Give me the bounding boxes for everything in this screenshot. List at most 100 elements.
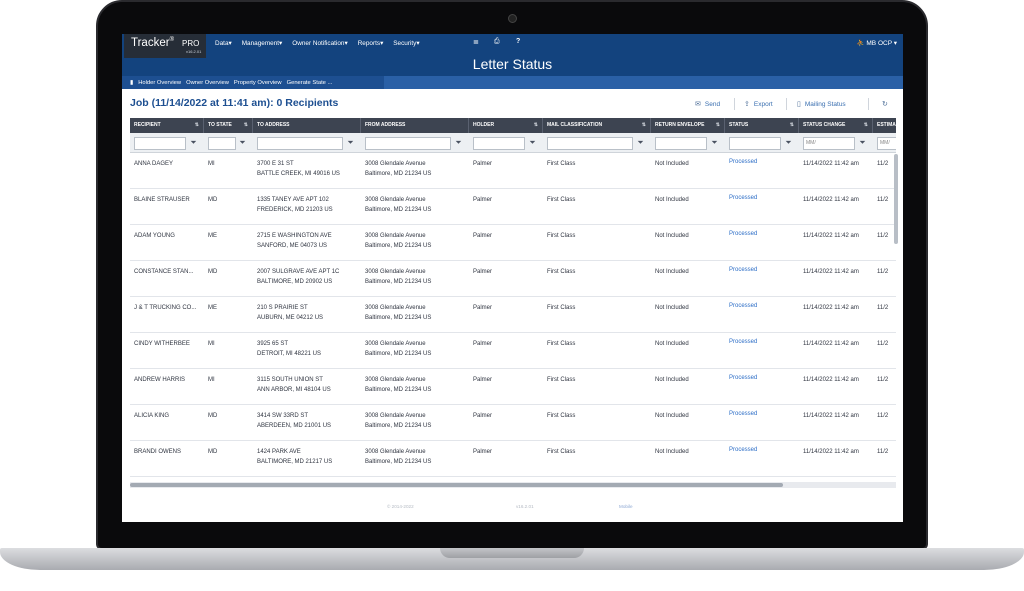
filter-icon[interactable]: ⏷ xyxy=(857,137,868,149)
nav-data[interactable]: Data▾ xyxy=(215,39,232,47)
filter-icon[interactable]: ⏷ xyxy=(188,137,199,149)
col-from-address[interactable]: FROM ADDRESS xyxy=(361,118,469,133)
col-return-envelope[interactable]: RETURN ENVELOPE ⇅ xyxy=(651,118,725,133)
cell-from: 3008 Glendale Avenue Baltimore, MD 21234 … xyxy=(365,160,431,179)
tab-property-overview[interactable]: Property Overview xyxy=(234,80,282,86)
sort-icon[interactable]: ⇅ xyxy=(534,118,538,133)
filter-status-input[interactable] xyxy=(729,137,781,150)
cell-from-line2: Baltimore, MD 21234 US xyxy=(365,278,432,285)
cell-to-line1: 3925 65 ST xyxy=(257,341,289,347)
filter-mail-input[interactable] xyxy=(547,137,633,150)
app-screen: Data▾ Management▾ Owner Notification▾ Re… xyxy=(122,34,903,522)
cell-status[interactable]: Processed xyxy=(729,374,757,384)
filter-holder-input[interactable] xyxy=(473,137,525,150)
help-icon[interactable]: ? xyxy=(516,38,520,45)
col-status[interactable]: STATUS ⇅ xyxy=(725,118,799,133)
filter-recipient-input[interactable] xyxy=(134,137,186,150)
filter-icon[interactable]: ⏷ xyxy=(527,137,538,149)
filter-status-change-input[interactable]: MM/ xyxy=(803,137,855,150)
horizontal-scrollbar[interactable] xyxy=(130,483,783,487)
cell-from-line1: 3008 Glendale Avenue xyxy=(365,233,426,239)
cell-recipient: ANNA DAGEY xyxy=(134,161,174,167)
tab-holder-overview[interactable]: Holder Overview xyxy=(138,80,181,86)
cell-status[interactable]: Processed xyxy=(729,302,757,312)
tab-generate-state[interactable]: Generate State ... xyxy=(287,80,333,86)
print-icon[interactable]: ⎙ xyxy=(494,38,500,46)
user-menu[interactable]: ⛹ MB OCP ▾ xyxy=(856,39,897,47)
cell-to-line1: 1424 PARK AVE xyxy=(257,449,301,455)
cell-holder: Palmer xyxy=(473,233,493,239)
cell-status[interactable]: Processed xyxy=(729,158,757,168)
col-holder[interactable]: HOLDER ⇅ xyxy=(469,118,543,133)
cell-status[interactable]: Processed xyxy=(729,338,757,348)
filter-icon[interactable]: ⏷ xyxy=(635,137,646,149)
cell-from-line1: 3008 Glendale Avenue xyxy=(365,269,426,275)
table-row[interactable]: ANNA DAGEY MI 3700 E 31 ST BATTLE CREEK, MI… xyxy=(130,153,896,189)
list-icon[interactable]: ≣ xyxy=(473,38,479,46)
refresh-button[interactable]: ↻ xyxy=(882,100,892,108)
col-recipient[interactable]: RECIPIENT ⇅ xyxy=(130,118,204,133)
cell-status[interactable]: Processed xyxy=(729,230,757,240)
cell-to: 3925 65 ST DETROIT, MI 48221 US xyxy=(257,340,321,359)
sort-icon[interactable]: ⇅ xyxy=(642,118,646,133)
table-row[interactable]: BLAINE STRAUSER MD 1335 TANEY AVE APT 102 F… xyxy=(130,189,896,225)
nav-owner-notification[interactable]: Owner Notification▾ xyxy=(292,39,347,47)
filter-icon[interactable]: ⏷ xyxy=(709,137,720,149)
nav-security[interactable]: Security▾ xyxy=(393,39,419,47)
col-estimated[interactable]: ESTIMA xyxy=(873,118,896,133)
col-to-state[interactable]: TO STATE ⇅ xyxy=(204,118,253,133)
cell-env: Not Included xyxy=(655,161,689,167)
nav-management[interactable]: Management▾ xyxy=(242,39,283,47)
cell-status[interactable]: Processed xyxy=(729,194,757,204)
filter-icon[interactable]: ⏷ xyxy=(237,137,248,149)
cell-to-line2: ANN ARBOR, MI 48104 US xyxy=(257,386,331,393)
vertical-scrollbar[interactable] xyxy=(894,154,898,244)
col-mail-classification[interactable]: MAIL CLASSIFICATION ⇅ xyxy=(543,118,651,133)
cell-from-line2: Baltimore, MD 21234 US xyxy=(365,386,432,393)
filter-icon[interactable]: ⏷ xyxy=(345,137,356,149)
cell-holder: Palmer xyxy=(473,449,493,455)
cell-mail: First Class xyxy=(547,161,576,167)
cell-to: 1335 TANEY AVE APT 102 FREDERICK, MD 2120… xyxy=(257,196,333,215)
table-row[interactable]: BRANDI OWENS MD 1424 PARK AVE BALTIMORE, MD… xyxy=(130,441,896,477)
cell-from-line1: 3008 Glendale Avenue xyxy=(365,305,426,311)
filter-from-address-input[interactable] xyxy=(365,137,451,150)
tab-owner-overview[interactable]: Owner Overview xyxy=(186,80,229,86)
filter-to-address-input[interactable] xyxy=(257,137,343,150)
filter-state-input[interactable] xyxy=(208,137,236,150)
divider xyxy=(868,98,869,110)
export-button[interactable]: ⇪ Export xyxy=(744,100,773,109)
app-logo[interactable]: Tracker® PRO v16.2.01 xyxy=(124,34,206,58)
sort-icon[interactable]: ⇅ xyxy=(864,118,868,133)
table-row[interactable]: CINDY WITHERBEE MI 3925 65 ST DETROIT, MI 4… xyxy=(130,333,896,369)
mailing-status-button[interactable]: ▯ Mailing Status xyxy=(797,100,846,109)
sort-icon[interactable]: ⇅ xyxy=(716,118,720,133)
filter-icon[interactable]: ⏷ xyxy=(783,137,794,149)
sort-icon[interactable]: ⇅ xyxy=(244,118,248,133)
nav-reports[interactable]: Reports▾ xyxy=(358,39,384,47)
send-button[interactable]: ✉ Send xyxy=(695,100,720,109)
filter-estimated-input[interactable]: MM/ xyxy=(877,137,896,150)
col-status-change[interactable]: STATUS CHANGE ⇅ xyxy=(799,118,873,133)
filter-envelope-input[interactable] xyxy=(655,137,707,150)
table-row[interactable]: ADAM YOUNG ME 2715 E WASHINGTON AVE SANFORD… xyxy=(130,225,896,261)
document-icon: ▯ xyxy=(797,101,801,108)
table-row[interactable]: ANDREW HARRIS MI 3115 SOUTH UNION ST ANN AR… xyxy=(130,369,896,405)
recipients-grid: RECIPIENT ⇅ TO STATE ⇅ TO ADDRESS FROM ADD… xyxy=(130,118,896,484)
sort-icon[interactable]: ⇅ xyxy=(790,118,794,133)
sort-icon[interactable]: ⇅ xyxy=(195,118,199,133)
footer-link[interactable]: Mobile xyxy=(619,504,633,509)
table-row[interactable]: CONSTANCE STAN... MD 2007 SULGRAVE AVE APT… xyxy=(130,261,896,297)
cell-status[interactable]: Processed xyxy=(729,446,757,456)
export-icon: ⇪ xyxy=(744,101,750,108)
col-to-address[interactable]: TO ADDRESS xyxy=(253,118,361,133)
table-row[interactable]: J & T TRUCKING CO... ME 210 S PRAIRIE ST AU… xyxy=(130,297,896,333)
cell-to-line1: 3414 SW 33RD ST xyxy=(257,413,309,419)
cell-from-line2: Baltimore, MD 21234 US xyxy=(365,422,432,429)
table-row[interactable]: ALICIA KING MD 3414 SW 33RD ST ABERDEEN, MD… xyxy=(130,405,896,441)
cell-status[interactable]: Processed xyxy=(729,410,757,420)
cell-to-line2: FREDERICK, MD 21203 US xyxy=(257,206,333,213)
cell-holder: Palmer xyxy=(473,305,493,311)
cell-status[interactable]: Processed xyxy=(729,266,757,276)
filter-icon[interactable]: ⏷ xyxy=(453,137,464,149)
